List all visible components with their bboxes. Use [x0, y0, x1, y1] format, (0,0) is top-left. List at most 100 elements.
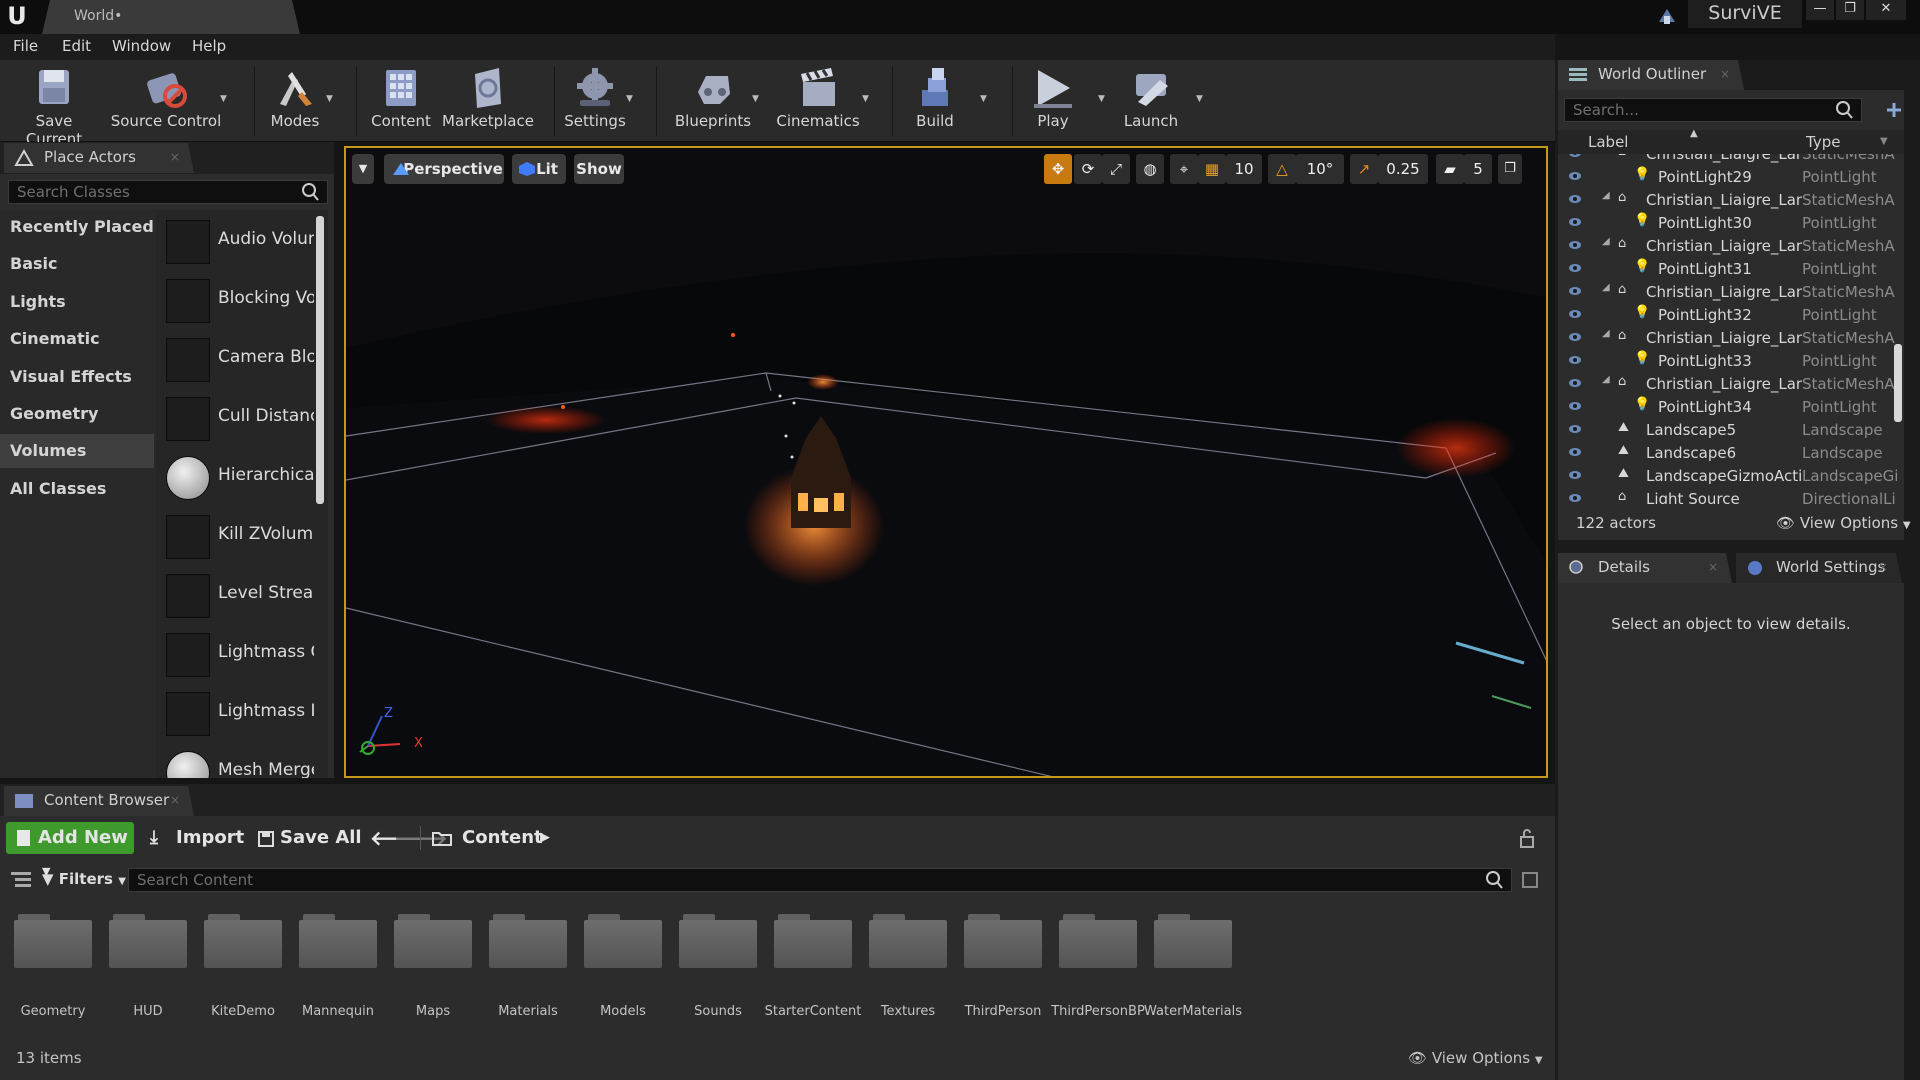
outliner-row[interactable]: 💡 PointLight31 PointLight: [1558, 258, 1898, 281]
menu-help[interactable]: Help: [192, 37, 226, 55]
category-visual-effects[interactable]: Visual Effects: [10, 367, 132, 386]
visibility-eye-icon[interactable]: [1568, 154, 1582, 159]
marketplace-button[interactable]: Marketplace: [440, 64, 536, 130]
visibility-eye-icon[interactable]: [1568, 331, 1582, 343]
category-volumes[interactable]: Volumes: [0, 434, 154, 468]
actor-item-blocking-volume[interactable]: Blocking Volume: [162, 273, 316, 329]
sources-panel-toggle-icon[interactable]: [10, 870, 32, 888]
surface-snap-icon[interactable]: ⌖: [1170, 154, 1198, 184]
folder-materials[interactable]: [489, 912, 567, 968]
outliner-row[interactable]: ⌂ Light Source DirectionalLi: [1558, 488, 1898, 504]
build-button[interactable]: Build: [904, 64, 966, 130]
settings-dropdown-icon[interactable]: ▼: [626, 94, 633, 104]
blueprints-dropdown-icon[interactable]: ▼: [752, 94, 759, 104]
camera-speed-value[interactable]: 5: [1464, 154, 1492, 184]
folder-startercontent[interactable]: [774, 912, 852, 968]
scale-snap-icon[interactable]: ↗: [1350, 154, 1378, 184]
actor-item-hierarchical-lod-volume[interactable]: Hierarchical LOD Volume: [162, 450, 316, 506]
folder-watermaterials[interactable]: [1154, 912, 1232, 968]
level-viewport[interactable]: X Z ▼ Perspective Lit Show ✥ ⟳ ⤢ ◍ ⌖ ▦ 1…: [344, 146, 1548, 778]
maximize-viewport-icon[interactable]: ❐: [1498, 154, 1522, 184]
folder-kitedemo[interactable]: [204, 912, 282, 968]
rotation-snap-value[interactable]: 10°: [1296, 154, 1344, 184]
rotation-snap-icon[interactable]: △: [1268, 154, 1296, 184]
chevron-down-icon[interactable]: ▼: [1880, 136, 1888, 147]
scale-snap-value[interactable]: 0.25: [1378, 154, 1428, 184]
outliner-row[interactable]: 💡 PointLight33 PointLight: [1558, 350, 1898, 373]
outliner-row[interactable]: ◢ ⌂ Christian_Liaigre_LantStaticMeshA: [1558, 281, 1898, 304]
modes-button[interactable]: Modes: [262, 64, 328, 130]
import-button[interactable]: ⤓ Import: [150, 822, 244, 854]
source-control-dropdown-icon[interactable]: ▼: [220, 94, 227, 104]
category-cinematic[interactable]: Cinematic: [10, 329, 100, 348]
outliner-row[interactable]: 💡 PointLight32 PointLight: [1558, 304, 1898, 327]
category-recently-placed[interactable]: Recently Placed: [10, 217, 154, 236]
visibility-eye-icon[interactable]: [1568, 239, 1582, 251]
save-current-button[interactable]: Save Current: [8, 64, 100, 148]
close-tab-icon[interactable]: ×: [1878, 553, 1888, 581]
expand-arrow-icon[interactable]: ◢: [1602, 154, 1610, 155]
expand-arrow-icon[interactable]: ◢: [1602, 374, 1610, 385]
minimize-button[interactable]: —: [1806, 0, 1834, 20]
folder-geometry[interactable]: [14, 912, 92, 968]
folder-maps[interactable]: [394, 912, 472, 968]
folder-hud[interactable]: [109, 912, 187, 968]
folder-sounds[interactable]: [679, 912, 757, 968]
close-tab-icon[interactable]: ×: [170, 143, 180, 171]
actor-item-camera-blocking-volume[interactable]: Camera Blocking Volume: [162, 332, 316, 388]
modes-dropdown-icon[interactable]: ▼: [326, 94, 333, 104]
outliner-search-input[interactable]: Search...: [1564, 98, 1862, 122]
place-actors-tab[interactable]: Place Actors ×: [4, 143, 194, 173]
outliner-row[interactable]: ◢ ⌂ Christian_Liaigre_LantStaticMeshA: [1558, 235, 1898, 258]
outliner-row[interactable]: ◢ ⌂ Christian_Liaigre_LantStaticMeshA: [1558, 154, 1898, 166]
visibility-eye-icon[interactable]: [1568, 469, 1582, 481]
outliner-row[interactable]: 💡 PointLight30 PointLight: [1558, 212, 1898, 235]
content-view-options-button[interactable]: 👁 View Options ▼: [1408, 1049, 1543, 1067]
folder-thirdperson[interactable]: [964, 912, 1042, 968]
document-tab-world[interactable]: World•: [42, 0, 300, 34]
search-content-input[interactable]: Search Content: [128, 868, 1512, 892]
world-local-icon[interactable]: ◍: [1136, 154, 1164, 184]
expand-arrow-icon[interactable]: ◢: [1602, 328, 1610, 339]
actor-item-lightmass-character-volume[interactable]: Lightmass Character Indirect Detail Volu…: [162, 627, 316, 683]
content-browser-tab[interactable]: Content Browser ×: [4, 786, 194, 816]
outliner-row[interactable]: ◢ ⌂ Christian_Liaigre_LantStaticMeshA: [1558, 189, 1898, 212]
category-basic[interactable]: Basic: [10, 254, 57, 273]
visibility-eye-icon[interactable]: [1568, 492, 1582, 504]
lit-button[interactable]: Lit: [512, 154, 566, 184]
lock-icon[interactable]: [1518, 828, 1536, 848]
close-window-button[interactable]: ✕: [1866, 0, 1906, 20]
category-lights[interactable]: Lights: [10, 292, 66, 311]
scale-tool-icon[interactable]: ⤢: [1102, 154, 1130, 184]
blueprints-button[interactable]: Blueprints: [664, 64, 762, 130]
visibility-eye-icon[interactable]: [1568, 423, 1582, 435]
source-control-button[interactable]: Source Control: [110, 64, 222, 130]
content-button[interactable]: Content: [368, 64, 434, 130]
world-settings-tab[interactable]: World Settings ×: [1736, 553, 1902, 583]
perspective-button[interactable]: Perspective: [384, 154, 504, 184]
viewport-options-button[interactable]: ▼: [352, 154, 374, 184]
visibility-eye-icon[interactable]: [1568, 262, 1582, 274]
category-geometry[interactable]: Geometry: [10, 404, 98, 423]
expand-arrow-icon[interactable]: ◢: [1602, 190, 1610, 201]
outliner-add-filter-icon[interactable]: [1884, 100, 1904, 120]
folder-mannequin[interactable]: [299, 912, 377, 968]
actor-item-audio-volume[interactable]: Audio Volume: [162, 214, 316, 270]
visibility-eye-icon[interactable]: [1568, 170, 1582, 182]
menu-file[interactable]: File: [13, 37, 38, 55]
search-classes-input[interactable]: Search Classes: [8, 180, 328, 204]
grid-snap-icon[interactable]: ▦: [1198, 154, 1226, 184]
visibility-eye-icon[interactable]: [1568, 354, 1582, 366]
close-tab-icon[interactable]: ×: [170, 786, 180, 814]
menu-window[interactable]: Window: [112, 37, 171, 55]
outliner-row[interactable]: ⛰ LandscapeGizmoActiv LandscapeGi: [1558, 465, 1898, 488]
visibility-eye-icon[interactable]: [1568, 285, 1582, 297]
actor-item-kill-zvolume[interactable]: Kill ZVolume: [162, 509, 316, 565]
folder-models[interactable]: [584, 912, 662, 968]
save-all-button[interactable]: Save All: [256, 822, 362, 854]
outliner-row[interactable]: ◢ ⌂ Christian_Liaigre_LantStaticMeshA: [1558, 373, 1898, 396]
visibility-eye-icon[interactable]: [1568, 216, 1582, 228]
camera-speed-icon[interactable]: ▰: [1436, 154, 1464, 184]
close-tab-icon[interactable]: ×: [1708, 553, 1718, 581]
visibility-eye-icon[interactable]: [1568, 400, 1582, 412]
